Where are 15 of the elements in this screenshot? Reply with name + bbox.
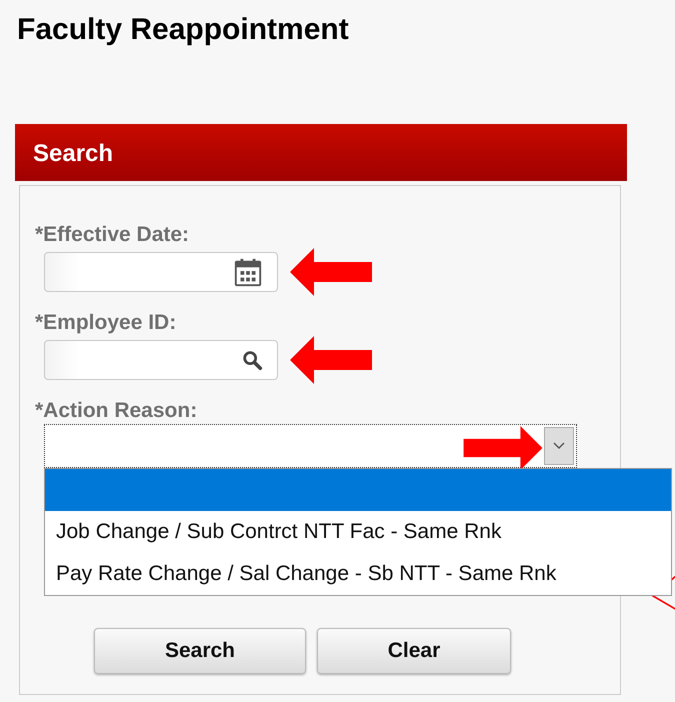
search-icon[interactable] [241, 349, 263, 371]
panel-header: Search [15, 124, 627, 181]
dropdown-option[interactable]: Pay Rate Change / Sal Change - Sb NTT - Same Rnk [45, 553, 671, 595]
date-field[interactable] [44, 252, 278, 292]
lookup-field[interactable] [44, 340, 278, 380]
search-button[interactable]: Search [94, 628, 306, 674]
caret-icon[interactable] [553, 442, 565, 450]
page-title: Faculty Reappointment [16, 12, 349, 48]
field-label: *Action Reason: [35, 398, 198, 424]
field-label: *Effective Date: [35, 222, 190, 248]
clear-button[interactable]: Clear [317, 628, 511, 674]
field-label: *Employee ID: [35, 310, 176, 336]
dropdown-field[interactable] [44, 424, 577, 468]
calendar-icon[interactable] [233, 257, 263, 287]
dropdown-option[interactable]: Job Change / Sub Contrct NTT Fac - Same Rnk [45, 511, 671, 553]
